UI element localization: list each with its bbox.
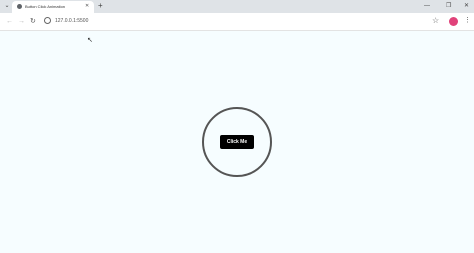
cursor-icon: ↖ xyxy=(87,37,93,44)
arrow-left-icon[interactable]: ← xyxy=(6,17,13,26)
plus-icon[interactable]: + xyxy=(98,2,103,10)
tab-strip: ⌄ Button Click Animation ✕ + — ❐ ✕ xyxy=(0,0,474,13)
address-bar[interactable]: 127.0.0.1:5500 xyxy=(55,17,88,26)
page-viewport: ↖ Click Me xyxy=(0,31,474,253)
info-icon[interactable] xyxy=(44,17,51,24)
close-icon[interactable]: ✕ xyxy=(85,3,89,10)
chevron-down-icon[interactable]: ⌄ xyxy=(3,2,11,10)
star-icon[interactable]: ☆ xyxy=(432,16,439,25)
browser-toolbar: ← → ↻ 127.0.0.1:5500 ☆ ⋮ xyxy=(0,13,474,31)
reload-icon[interactable]: ↻ xyxy=(30,17,36,26)
globe-icon xyxy=(17,4,22,9)
window-close-icon[interactable]: ✕ xyxy=(464,2,469,10)
click-me-button[interactable]: Click Me xyxy=(220,135,254,149)
minimize-icon[interactable]: — xyxy=(424,2,430,10)
kebab-icon[interactable]: ⋮ xyxy=(464,16,471,25)
avatar[interactable] xyxy=(449,17,458,26)
tab-title: Button Click Animation xyxy=(25,4,66,9)
restore-icon[interactable]: ❐ xyxy=(446,2,451,10)
browser-tab[interactable]: Button Click Animation ✕ xyxy=(12,1,94,13)
arrow-right-icon[interactable]: → xyxy=(18,17,25,26)
